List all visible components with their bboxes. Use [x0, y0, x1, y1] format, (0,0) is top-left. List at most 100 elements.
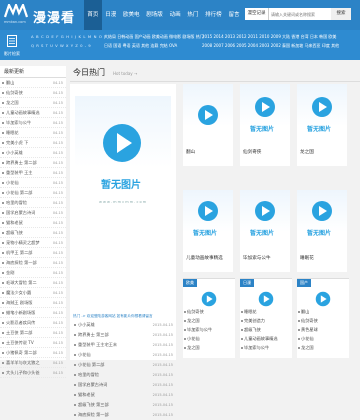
- sidebar-item-title[interactable]: 跨界勇士 第二部: [6, 160, 37, 165]
- featured-list-item[interactable]: 国学启蒙古诗词 2015-04-15: [73, 380, 175, 390]
- nav-item-theater[interactable]: 剧场版: [143, 0, 166, 30]
- featured-item-title[interactable]: 小花仙: [78, 352, 91, 357]
- sidebar-list-item[interactable]: 魔法少女小圆 04-15: [0, 288, 66, 298]
- video-card[interactable]: 暂无图片 龙之国: [297, 84, 347, 166]
- sidebar-item-title[interactable]: 重型装甲 王主: [6, 170, 32, 175]
- sidebar-list-item[interactable]: 仙剑奇侠 04-15: [0, 88, 66, 98]
- featured-item-title[interactable]: 小小英雄: [78, 322, 95, 327]
- nav-item-hot[interactable]: 热门: [184, 0, 202, 30]
- sidebar-list-item[interactable]: 宠物小精灵之超梦 04-15: [0, 238, 66, 248]
- sidebar-list-item[interactable]: 翻山 04-15: [0, 78, 66, 88]
- category-link[interactable]: 国语: [113, 43, 121, 48]
- featured-list-item[interactable]: 超级飞侠 第三部 2015-04-15: [73, 400, 175, 410]
- sidebar-item-title[interactable]: 蜡笔小新剧场版: [6, 310, 35, 315]
- nav-item-japanese[interactable]: 日漫: [102, 0, 120, 30]
- search-type-select[interactable]: 漫空记录: [245, 8, 269, 20]
- nav-item-western[interactable]: 欧美电: [120, 0, 143, 30]
- panel-link[interactable]: 小花仙: [298, 336, 314, 342]
- featured-list-item[interactable]: 小小英雄 2015-04-15: [73, 320, 175, 330]
- region-link[interactable]: 马来西亚: [305, 43, 321, 48]
- card-title[interactable]: 睡眠花: [300, 255, 314, 261]
- sidebar-list-item[interactable]: 重型装甲 王主 04-15: [0, 168, 66, 178]
- sidebar-item-title[interactable]: 金刚: [6, 270, 14, 275]
- sidebar-item-title[interactable]: 海底探险 第一部: [6, 260, 37, 265]
- region-link[interactable]: 日本: [310, 34, 318, 39]
- featured-item-title[interactable]: 国学启蒙古诗词: [78, 382, 107, 387]
- panel-link[interactable]: 毕加索与公牛: [183, 327, 212, 333]
- sidebar-list-item[interactable]: 火影忍者疾风传 04-15: [0, 318, 66, 328]
- video-card[interactable]: 暂无图片 儿童动画故事精选: [183, 190, 233, 272]
- featured-item-title[interactable]: 重型装甲 王主宅王末: [78, 342, 117, 347]
- region-link[interactable]: 新加坡: [291, 43, 303, 48]
- video-card[interactable]: 暂无图片 睡眠花: [297, 190, 347, 272]
- featured-item-title[interactable]: 跨界勇士 第三部: [78, 332, 109, 337]
- sidebar-list-item[interactable]: 海贼王 剧场版 04-15: [0, 298, 66, 308]
- sidebar-item-title[interactable]: 土豆侠 第二部: [6, 330, 32, 335]
- featured-list-item[interactable]: 海底探险 第一部 2015-04-15: [73, 410, 175, 420]
- letter-index[interactable]: A B C D E F G H I J K L M N O P: [31, 34, 107, 39]
- featured-list-item[interactable]: 猫和老鼠 2015-04-15: [73, 390, 175, 400]
- sidebar-item-title[interactable]: 毛球大冒险 第二: [6, 280, 37, 285]
- category-link[interactable]: 微电影: [169, 34, 181, 39]
- panel-link[interactable]: 小花仙: [184, 336, 200, 342]
- nav-item-guestbook[interactable]: 留言: [225, 0, 243, 30]
- sidebar-item-title[interactable]: 猫和老鼠: [6, 220, 23, 225]
- featured-list-item[interactable]: 小花仙 2015-04-15: [73, 350, 175, 360]
- region-link[interactable]: 香港: [291, 34, 299, 39]
- card-title[interactable]: 翻山: [186, 149, 195, 155]
- card-poster[interactable]: 暂无图片: [183, 190, 233, 250]
- sidebar-list-item[interactable]: 机甲王 第二部 04-15: [0, 248, 66, 258]
- sidebar-item-title[interactable]: 完美小虎 下: [6, 140, 28, 145]
- panel-link[interactable]: 睡眠花: [241, 309, 257, 315]
- sidebar-item-title[interactable]: 毕加索与公牛: [6, 120, 31, 125]
- sidebar-list-item[interactable]: 土豆侠传说 TV 04-15: [0, 338, 66, 348]
- panel-tag[interactable]: 国产: [297, 279, 311, 287]
- card-poster[interactable]: 暂无图片: [297, 84, 347, 144]
- category-row-1[interactable]: 大结局 日韩动画 国产动画 欧美动画 微电影 剧场版 热门: [104, 34, 204, 40]
- sidebar-list-item[interactable]: 蜡笔小新剧场版 04-15: [0, 308, 66, 318]
- panel-link[interactable]: 龙之国: [298, 345, 314, 351]
- featured-list-item[interactable]: 重型装甲 王主宅王末 2015-04-15: [73, 340, 175, 350]
- category-link[interactable]: 日语: [104, 43, 112, 48]
- category-link[interactable]: 大结局: [104, 34, 116, 39]
- sidebar-item-title[interactable]: 机甲王 第二部: [6, 250, 32, 255]
- sidebar-item-title[interactable]: 宠物小精灵之超梦: [6, 240, 40, 245]
- sidebar-item-title[interactable]: 翻山: [6, 80, 14, 85]
- region-link[interactable]: 泰国: [282, 43, 290, 48]
- category-link[interactable]: 粤语: [123, 43, 131, 48]
- search-button[interactable]: 搜索: [331, 8, 351, 20]
- category-link[interactable]: OVA: [169, 43, 177, 48]
- sidebar-item-title[interactable]: 喜羊羊与灰太狼之: [6, 360, 40, 365]
- category-link[interactable]: 国产动画: [135, 34, 151, 39]
- region-row-2[interactable]: 泰国 新加坡 马来西亚 印度 其他: [282, 43, 339, 49]
- panel-link[interactable]: 黄色星球: [298, 327, 318, 333]
- sidebar-item-title[interactable]: 国学启蒙古诗词: [6, 210, 35, 215]
- sidebar-item-title[interactable]: 土豆侠传说 TV: [6, 340, 34, 345]
- sidebar-list-item[interactable]: 小花仙 04-15: [0, 178, 66, 188]
- category-link[interactable]: 欧美动画: [152, 34, 168, 39]
- panel-link[interactable]: 仙剑奇侠: [298, 318, 318, 324]
- sidebar-list-item[interactable]: 海底探险 第一部 04-15: [0, 258, 66, 268]
- sidebar-list-item[interactable]: 土豆侠 第二部 04-15: [0, 328, 66, 338]
- category-link[interactable]: 剧场版: [182, 34, 194, 39]
- sidebar-item-title[interactable]: 儿童动画故事精选: [6, 110, 40, 115]
- sidebar-list-item[interactable]: 哈里的冒险 04-15: [0, 198, 66, 208]
- sidebar-list-item[interactable]: 龙之国 04-15: [0, 98, 66, 108]
- sidebar-item-title[interactable]: 海贼王 剧场版: [6, 300, 32, 305]
- featured-item-title[interactable]: 哈里的冒险: [78, 372, 99, 377]
- sidebar-list-item[interactable]: 小小英雄 04-15: [0, 148, 66, 158]
- sidebar-item-title[interactable]: 大头儿子和小头爸: [6, 370, 40, 375]
- card-poster[interactable]: 暂无图片: [240, 84, 290, 144]
- panel-link[interactable]: 龙之国: [184, 318, 200, 324]
- panel-tag[interactable]: 欧美: [183, 279, 197, 287]
- sidebar-list-item[interactable]: 金刚 04-15: [0, 268, 66, 278]
- video-card[interactable]: 暂无图片 仙剑奇侠: [240, 84, 290, 166]
- panel-tag[interactable]: 日漫: [240, 279, 254, 287]
- card-title[interactable]: 毕加索与公牛: [243, 255, 271, 261]
- category-link[interactable]: 其他: [141, 43, 149, 48]
- featured-list-item[interactable]: 跨界勇士 第三部 2015-04-15: [73, 330, 175, 340]
- card-title[interactable]: 仙剑奇侠: [243, 149, 261, 155]
- nav-item-ranking[interactable]: 排行榜: [202, 0, 225, 30]
- sidebar-list-item[interactable]: 毛球大冒险 第二 04-15: [0, 278, 66, 288]
- sidebar-list-item[interactable]: 儿童动画故事精选 04-15: [0, 108, 66, 118]
